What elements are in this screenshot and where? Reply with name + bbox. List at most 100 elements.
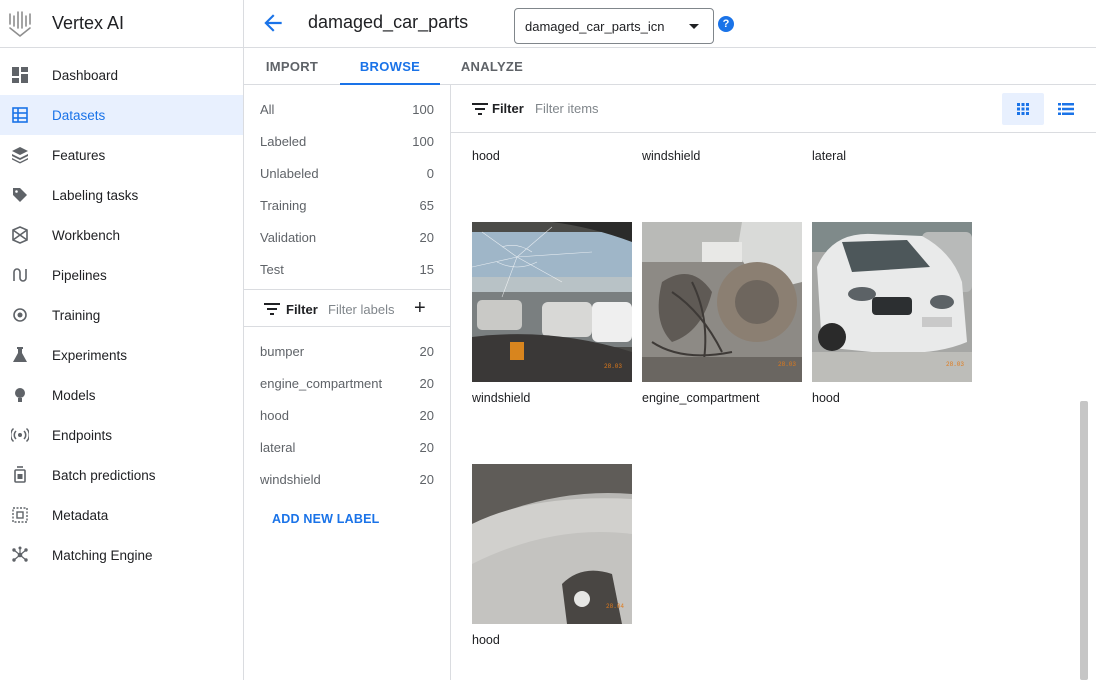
filter-panel: All 100 Labeled 100 Unlabeled 0 Training…: [244, 85, 451, 680]
split-labeled[interactable]: Labeled 100: [244, 125, 450, 157]
flask-icon: [0, 346, 52, 364]
nav-label: Datasets: [52, 107, 106, 123]
help-icon[interactable]: ?: [718, 16, 734, 32]
label-count: 20: [419, 472, 434, 487]
split-validation[interactable]: Validation 20: [244, 221, 450, 253]
item-caption: windshield: [472, 391, 531, 405]
dataset-select-value: damaged_car_parts_icn: [525, 19, 665, 34]
label-count: 20: [419, 344, 434, 359]
split-label: Unlabeled: [260, 166, 319, 181]
label-name: engine_compartment: [260, 376, 383, 391]
label-name: windshield: [260, 472, 321, 487]
items-filter-label[interactable]: Filter: [492, 101, 524, 116]
windshield-photo: 28.03: [472, 222, 632, 382]
image-thumbnail-hood[interactable]: 28.03: [812, 222, 972, 382]
item-caption: hood: [472, 149, 500, 163]
label-count: 20: [419, 408, 434, 423]
split-count: 0: [426, 166, 434, 181]
nav-item-labeling-tasks[interactable]: Labeling tasks: [0, 175, 243, 215]
page-title: damaged_car_parts: [308, 12, 469, 32]
nav-item-workbench[interactable]: Workbench: [0, 215, 243, 255]
caret-down-icon: [689, 24, 699, 29]
nav-item-batch-predictions[interactable]: Batch predictions: [0, 455, 243, 495]
nav-item-pipelines[interactable]: Pipelines: [0, 255, 243, 295]
filter-icon: [472, 103, 488, 115]
nav-item-models[interactable]: Models: [0, 375, 243, 415]
hood-closeup-photo: 28.04: [472, 464, 632, 624]
item-caption: hood: [812, 391, 840, 405]
label-filter-label: Filter: [286, 302, 318, 317]
tab-import[interactable]: IMPORT: [244, 48, 340, 85]
split-test[interactable]: Test 15: [244, 253, 450, 285]
split-unlabeled[interactable]: Unlabeled 0: [244, 157, 450, 189]
date-stamp: 28.04: [606, 603, 624, 610]
tab-analyze[interactable]: ANALYZE: [440, 48, 544, 85]
label-row-bumper[interactable]: bumper 20: [244, 335, 450, 367]
grid-view-button[interactable]: [1002, 93, 1044, 125]
nav-label: Dashboard: [52, 67, 119, 83]
label-filter-bar[interactable]: Filter Filter labels +: [244, 289, 450, 327]
image-thumbnail-windshield[interactable]: 28.03: [472, 222, 632, 382]
back-arrow-icon[interactable]: [260, 10, 286, 36]
label-name: hood: [260, 408, 289, 423]
split-label: Training: [260, 198, 307, 213]
nav-item-endpoints[interactable]: Endpoints: [0, 415, 243, 455]
nav-label: Workbench: [52, 227, 121, 243]
image-thumbnail-hood-2[interactable]: 28.04: [472, 464, 632, 624]
label-row-hood[interactable]: hood 20: [244, 399, 450, 431]
item-caption: engine_compartment: [642, 391, 760, 405]
nav-item-datasets[interactable]: Datasets: [0, 95, 243, 135]
batch-icon: [0, 466, 52, 484]
image-thumbnail-engine-compartment[interactable]: 28.03: [642, 222, 802, 382]
list-icon: [1058, 103, 1074, 115]
add-icon[interactable]: +: [414, 298, 426, 318]
nav-label: Pipelines: [52, 267, 107, 283]
page-header: damaged_car_parts damaged_car_parts_icn …: [244, 0, 1096, 48]
label-name: bumper: [260, 344, 305, 359]
label-row-engine-compartment[interactable]: engine_compartment 20: [244, 367, 450, 399]
datasets-icon: [0, 106, 52, 124]
nav-label: Batch predictions: [52, 467, 156, 483]
nav-item-matching-engine[interactable]: Matching Engine: [0, 535, 243, 575]
nav-label: Features: [52, 147, 106, 163]
network-icon: [0, 546, 52, 564]
nav-item-metadata[interactable]: Metadata: [0, 495, 243, 535]
split-training[interactable]: Training 65: [244, 189, 450, 221]
items-filter-input[interactable]: Filter items: [535, 101, 599, 116]
features-icon: [0, 146, 52, 164]
dataset-select[interactable]: damaged_car_parts_icn: [514, 8, 714, 44]
label-row-windshield[interactable]: windshield 20: [244, 463, 450, 495]
split-all[interactable]: All 100: [244, 93, 450, 125]
brand[interactable]: Vertex AI: [0, 0, 243, 48]
list-view-button[interactable]: [1051, 93, 1083, 125]
nav-label: Training: [52, 307, 101, 323]
tab-bar: IMPORT BROWSE ANALYZE: [244, 48, 1096, 85]
split-count: 100: [412, 102, 434, 117]
lightbulb-icon: [0, 386, 52, 404]
training-icon: [0, 306, 52, 324]
broadcast-icon: [0, 426, 52, 444]
nav-item-dashboard[interactable]: Dashboard: [0, 55, 243, 95]
label-count: 20: [419, 440, 434, 455]
item-caption: lateral: [812, 149, 847, 163]
split-label: Validation: [260, 230, 317, 245]
vertex-ai-logo-icon: [9, 10, 31, 37]
tab-browse[interactable]: BROWSE: [340, 48, 440, 85]
label-filter-input[interactable]: Filter labels: [328, 302, 394, 317]
side-nav: Vertex AI Dashboard Datasets Features La…: [0, 0, 244, 680]
split-count: 65: [419, 198, 434, 213]
split-label: All: [260, 102, 275, 117]
nav-item-features[interactable]: Features: [0, 135, 243, 175]
add-new-label-button[interactable]: ADD NEW LABEL: [272, 512, 379, 526]
scrollbar-thumb[interactable]: [1080, 401, 1088, 680]
split-label: Test: [260, 262, 284, 277]
label-tag-icon: [0, 186, 52, 204]
date-stamp: 28.03: [604, 363, 622, 370]
label-row-lateral[interactable]: lateral 20: [244, 431, 450, 463]
split-count: 15: [419, 262, 434, 277]
grid-icon: [1017, 103, 1029, 115]
nav-item-training[interactable]: Training: [0, 295, 243, 335]
items-panel: Filter Filter items hood windshield late…: [451, 85, 1096, 680]
filter-icon: [264, 303, 280, 315]
nav-item-experiments[interactable]: Experiments: [0, 335, 243, 375]
